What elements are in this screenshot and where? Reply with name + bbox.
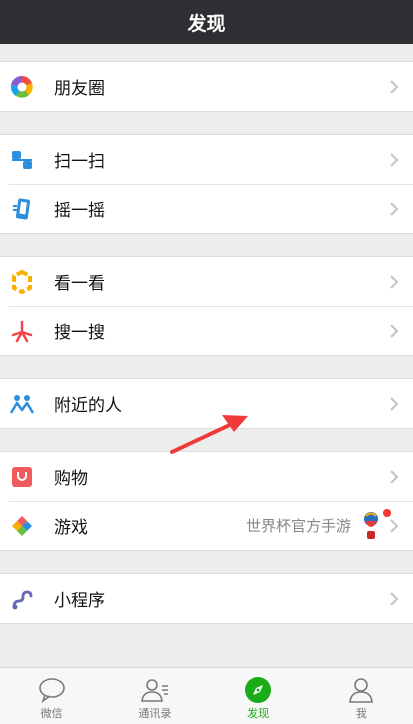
games-promo-text: 世界杯官方手游 [245,517,351,535]
top-stories-row[interactable]: 看一看 [0,257,413,306]
tab-discover-label: 发现 [247,707,270,720]
moments-label: 朋友圈 [54,79,105,99]
world-cup-trophy-icon [361,508,391,541]
chevron-right-icon [390,152,399,167]
bottom-tab-bar: 微信 通讯录 发现 我 [0,667,413,724]
shake-label: 摇一摇 [54,201,105,221]
shopping-row[interactable]: 购物 [0,452,413,501]
mini-programs-label: 小程序 [54,591,105,611]
scan-shake-group: 扫一扫 摇一摇 [0,134,413,234]
page-title: 发现 [187,12,226,35]
tab-contacts[interactable]: 通讯录 [103,668,206,724]
games-label: 游戏 [54,518,88,538]
tab-chats[interactable]: 微信 [0,668,103,724]
people-nearby-row[interactable]: 附近的人 [0,379,413,428]
shake-icon [10,197,34,221]
mini-programs-group: 小程序 [0,573,413,624]
moments-icon [10,75,34,99]
chevron-right-icon [390,518,399,533]
tab-me-label: 我 [355,707,367,720]
tab-contacts-label: 通讯录 [138,707,172,720]
top-stories-icon [10,269,34,294]
chevron-right-icon [390,396,399,411]
tab-discover[interactable]: 发现 [207,668,310,724]
me-icon [346,676,376,704]
chevron-right-icon [390,323,399,338]
mini-programs-icon [10,587,34,611]
nearby-group: 附近的人 [0,378,413,429]
people-nearby-icon [10,392,34,416]
people-nearby-label: 附近的人 [54,396,122,416]
stories-search-group: 看一看 搜一搜 [0,256,413,356]
chevron-right-icon [390,274,399,289]
chevron-right-icon [390,591,399,606]
shake-row[interactable]: 摇一摇 [0,184,413,233]
tab-me[interactable]: 我 [310,668,413,724]
moments-group: 朋友圈 [0,61,413,112]
search-icon [10,319,34,343]
search-label: 搜一搜 [54,323,105,343]
chat-icon [37,676,67,704]
title-bar: 发现 [0,0,413,44]
scan-icon [10,148,34,172]
chevron-right-icon [390,469,399,484]
shopping-icon [10,465,34,489]
discover-icon [243,676,273,704]
chevron-right-icon [390,79,399,94]
shopping-label: 购物 [54,469,88,489]
search-row[interactable]: 搜一搜 [0,306,413,355]
moments-row[interactable]: 朋友圈 [0,62,413,111]
scan-row[interactable]: 扫一扫 [0,135,413,184]
shopping-games-group: 购物 游戏 世界杯官方手游 [0,451,413,551]
tab-chats-label: 微信 [40,707,63,720]
scan-label: 扫一扫 [54,152,105,172]
top-stories-label: 看一看 [54,274,105,294]
new-badge-dot [383,508,391,517]
chevron-right-icon [390,201,399,216]
mini-programs-row[interactable]: 小程序 [0,574,413,623]
contacts-icon [140,676,170,704]
games-row[interactable]: 游戏 世界杯官方手游 [0,501,413,550]
games-icon [10,514,34,538]
